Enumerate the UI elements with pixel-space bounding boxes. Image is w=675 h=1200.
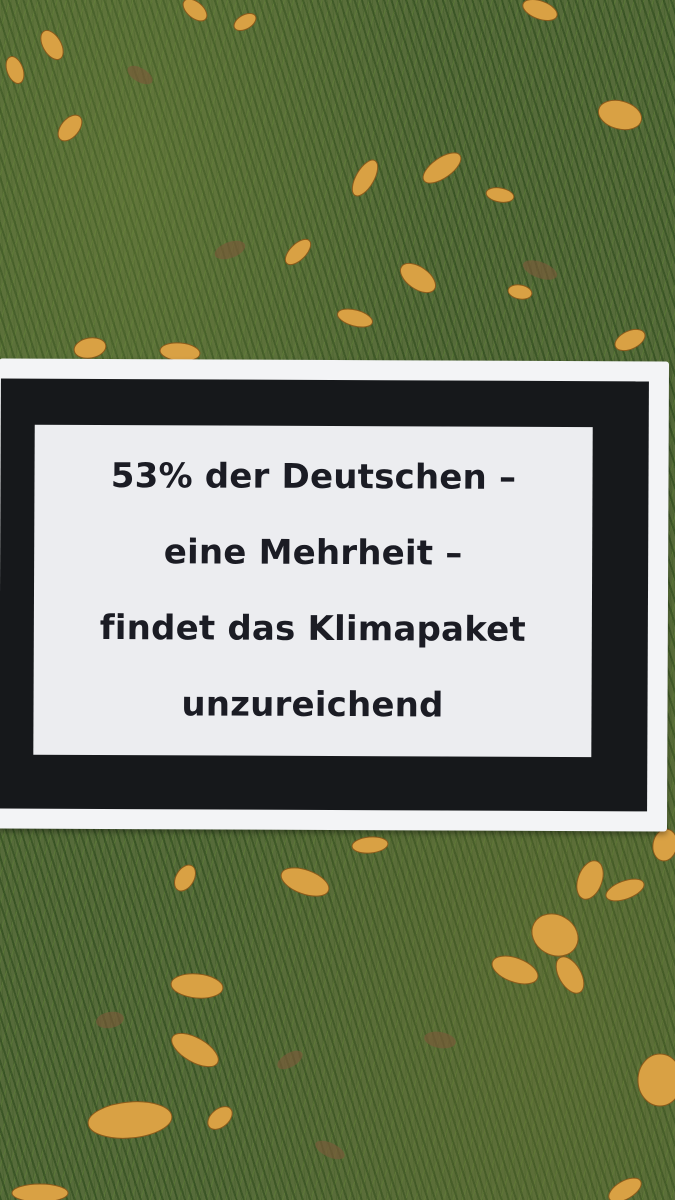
sign-line-1: 53% der Deutschen – <box>110 456 517 498</box>
sign-line-3: findet das Klimapaket <box>99 607 526 650</box>
sign-text-panel: 53% der Deutschen – eine Mehrheit – find… <box>33 424 593 758</box>
sign-line-4: unzureichend <box>181 684 444 726</box>
sign-line-2: eine Mehrheit – <box>163 532 463 574</box>
protest-sign: 53% der Deutschen – eine Mehrheit – find… <box>0 358 670 832</box>
